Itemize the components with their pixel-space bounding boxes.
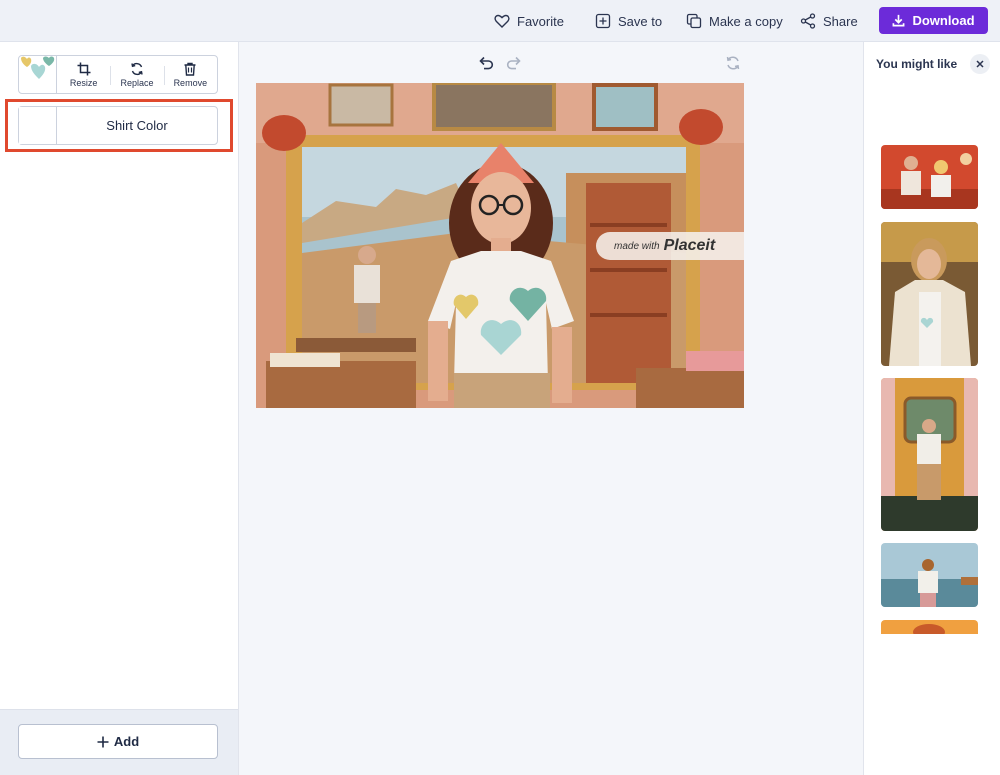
close-icon [976, 60, 984, 68]
copy-icon [686, 13, 702, 29]
editor-canvas: made with Placeit [239, 42, 863, 775]
add-button[interactable]: Add [18, 724, 218, 759]
shirt-color-layer[interactable]: Shirt Color [18, 106, 218, 145]
suggestions-panel: You might like [863, 42, 1000, 775]
download-button[interactable]: Download [879, 7, 988, 34]
mockup-preview[interactable]: made with Placeit [256, 83, 744, 408]
suggestion-image [881, 543, 978, 607]
resize-button[interactable]: Resize [57, 56, 110, 93]
remove-button[interactable]: Remove [163, 56, 217, 93]
hearts-graphic-icon [21, 56, 55, 79]
suggestion-thumbnail[interactable] [881, 222, 978, 366]
refresh-icon[interactable] [724, 54, 742, 72]
shirt-color-swatch[interactable] [19, 107, 57, 144]
replace-button[interactable]: Replace [110, 56, 163, 93]
undo-icon[interactable] [477, 54, 495, 72]
graphic-layer-thumbnail[interactable] [19, 56, 57, 93]
top-bar: Favorite Save to Make a copy Share Downl… [0, 0, 1000, 42]
share-icon [800, 13, 816, 29]
download-icon [892, 14, 905, 27]
shirt-color-label: Shirt Color [106, 118, 168, 133]
placeit-watermark: made with Placeit [596, 232, 744, 260]
suggestions-title: You might like [876, 57, 958, 71]
add-layer-bar: Add [0, 709, 238, 775]
watermark-prefix: made with [614, 240, 660, 252]
suggestion-image [881, 145, 978, 209]
suggestion-thumbnail[interactable] [881, 145, 978, 209]
save-to-icon [595, 13, 611, 29]
suggestion-thumbnail[interactable] [881, 620, 978, 634]
suggestion-image [881, 378, 978, 531]
share-button[interactable]: Share [800, 0, 858, 42]
graphic-layer-toolbar: Resize Replace Remove [18, 55, 218, 94]
add-label: Add [113, 734, 140, 749]
replace-icon [131, 62, 143, 75]
suggestion-image [881, 620, 978, 634]
make-copy-button[interactable]: Make a copy [686, 0, 783, 42]
heart-icon [494, 14, 510, 28]
close-suggestions-button[interactable] [970, 54, 990, 74]
favorite-label: Favorite [517, 13, 564, 29]
replace-label: Replace [120, 77, 154, 88]
share-label: Share [823, 13, 858, 29]
save-to-label: Save to [618, 13, 663, 29]
redo-icon[interactable] [505, 54, 523, 72]
trash-icon [184, 62, 196, 76]
layers-panel: Resize Replace Remove Shirt Color Add [0, 42, 239, 775]
download-label: Download [912, 13, 975, 28]
remove-label: Remove [173, 77, 208, 88]
crop-icon [77, 62, 91, 75]
suggestion-thumbnail[interactable] [881, 543, 978, 607]
watermark-brand: Placeit [663, 237, 716, 254]
make-copy-label: Make a copy [709, 13, 783, 29]
favorite-button[interactable]: Favorite [494, 0, 564, 42]
suggestion-image [881, 222, 978, 366]
plus-icon [97, 736, 109, 747]
save-to-button[interactable]: Save to [595, 0, 662, 42]
suggestion-thumbnail[interactable] [881, 378, 978, 531]
resize-label: Resize [69, 77, 98, 88]
